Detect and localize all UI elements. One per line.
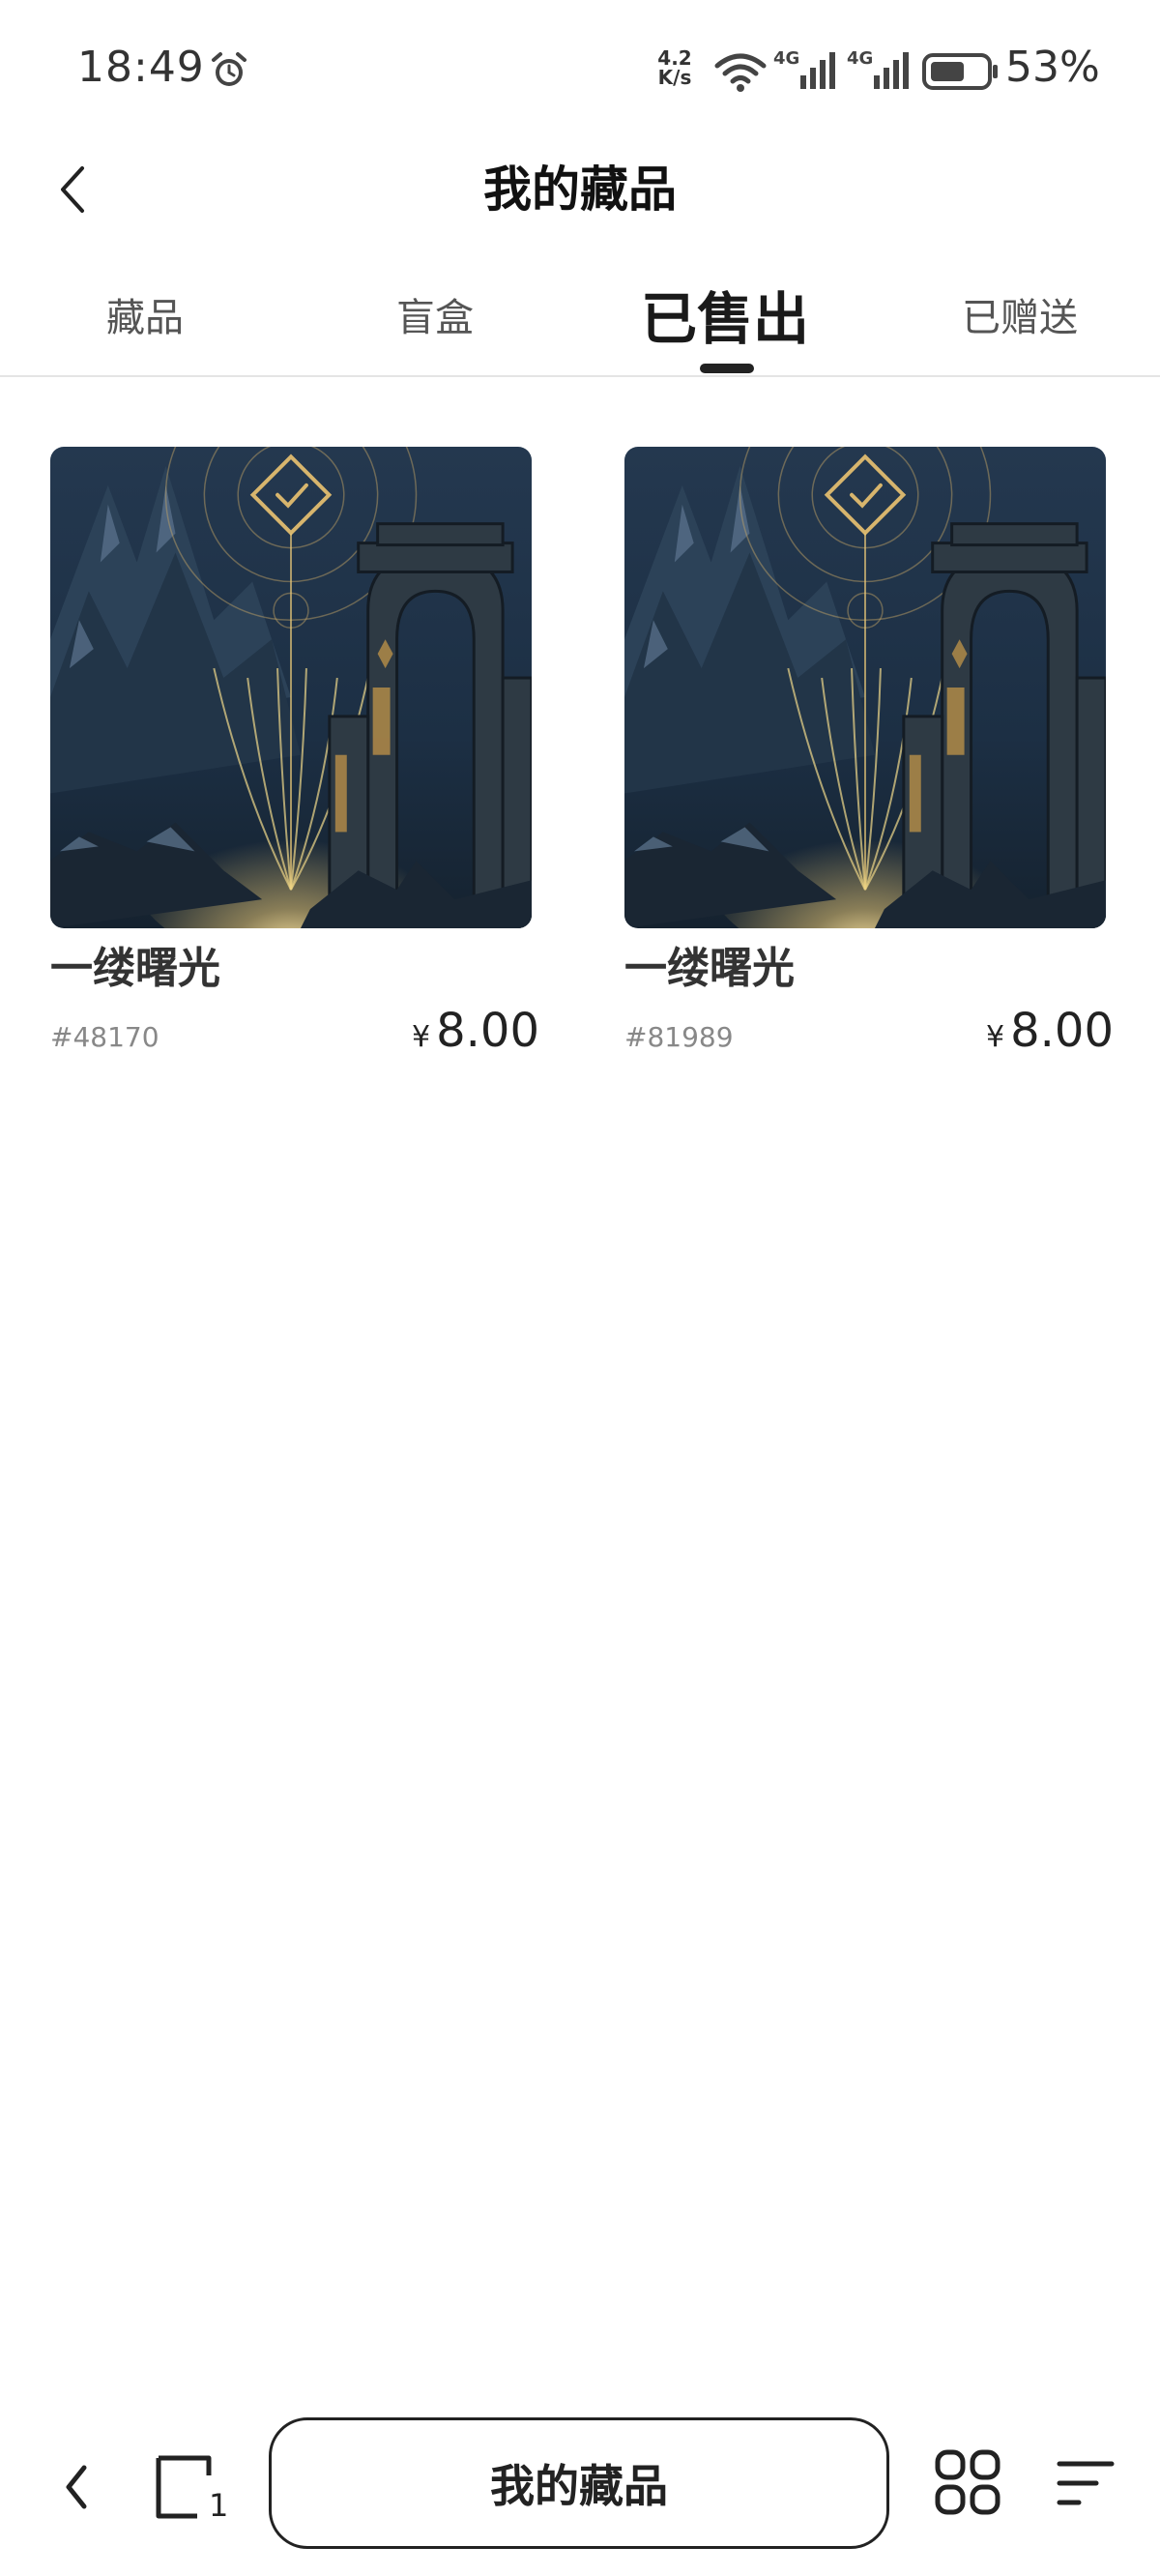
tab-gifted[interactable]: 已赠送 — [928, 261, 1112, 367]
grid-icon[interactable] — [934, 2448, 1001, 2516]
signal-icon: 4G — [773, 48, 835, 89]
signal1-label: 4G — [773, 48, 799, 69]
net-speed-unit: K/s — [657, 66, 692, 89]
tab-count: 1 — [209, 2487, 228, 2524]
net-speed: 4.2 K/s — [653, 48, 696, 87]
divider — [0, 375, 1160, 377]
battery-icon — [922, 53, 998, 90]
item-card[interactable]: 一缕曙光 #48170 ¥8.00 — [50, 447, 539, 1062]
price-value: 8.00 — [436, 1004, 539, 1058]
chevron-left-icon — [66, 2465, 87, 2509]
item-meta: #48170 ¥8.00 — [50, 1004, 539, 1062]
tab-bar: 藏品 盲盒 已售出 已赠送 — [0, 261, 1160, 377]
item-price: ¥8.00 — [412, 1004, 539, 1058]
menu-icon[interactable] — [1054, 2452, 1117, 2516]
tabs-icon[interactable]: 1 — [153, 2448, 230, 2526]
artwork-image — [624, 447, 1106, 928]
tab-collections[interactable]: 藏品 — [58, 261, 232, 367]
tab-sold[interactable]: 已售出 — [619, 261, 831, 367]
item-name: 一缕曙光 — [50, 944, 220, 993]
tab-blind-boxes[interactable]: 盲盒 — [348, 261, 522, 367]
status-bar: 18:49 4.2 K/s 4G 4G 53% — [0, 0, 1160, 135]
currency-symbol: ¥ — [412, 1020, 431, 1054]
signal-icon: 4G — [847, 48, 909, 89]
wifi-icon — [714, 53, 767, 92]
net-speed-value: 4.2 — [657, 46, 692, 70]
alarm-icon — [212, 52, 246, 86]
artwork-image — [50, 447, 532, 928]
signal2-label: 4G — [847, 48, 873, 69]
price-value: 8.00 — [1010, 1004, 1114, 1058]
item-price: ¥8.00 — [986, 1004, 1114, 1058]
item-name: 一缕曙光 — [624, 944, 795, 993]
page-title-button[interactable]: 我的藏品 — [269, 2417, 889, 2549]
item-card[interactable]: 一缕曙光 #81989 ¥8.00 — [624, 447, 1114, 1062]
browser-bottom-bar: 1 我的藏品 — [0, 2398, 1160, 2576]
item-meta: #81989 ¥8.00 — [624, 1004, 1114, 1062]
page-title: 我的藏品 — [483, 161, 677, 218]
browser-back-button[interactable] — [46, 2448, 104, 2526]
item-id: #81989 — [624, 1021, 734, 1053]
currency-symbol: ¥ — [986, 1020, 1005, 1054]
status-time: 18:49 — [77, 43, 205, 92]
active-tab-indicator — [700, 364, 754, 373]
battery-percent: 53% — [1005, 43, 1100, 92]
item-id: #48170 — [50, 1021, 160, 1053]
